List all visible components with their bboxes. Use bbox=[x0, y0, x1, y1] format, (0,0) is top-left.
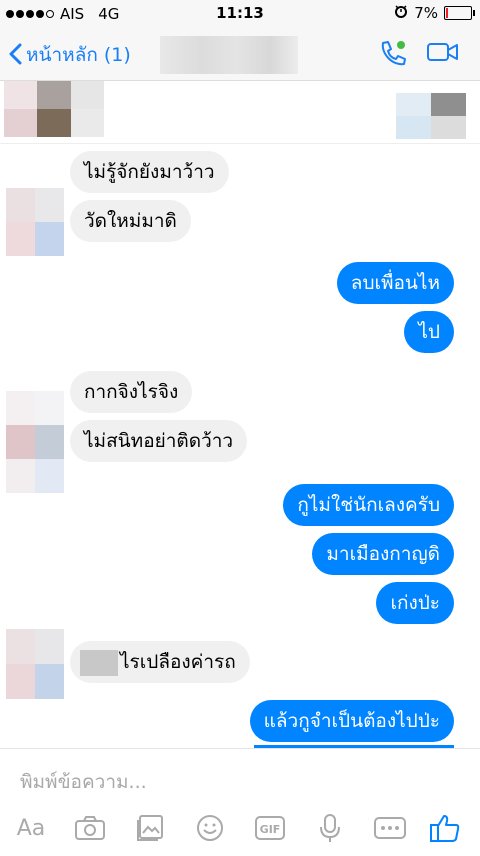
outgoing-message[interactable]: กูไม่ใช่นักเลงครับ bbox=[283, 484, 454, 526]
incoming-message-partially-censored[interactable]: ไรเปลืองค่ารถ bbox=[70, 641, 250, 683]
censored-word bbox=[80, 649, 118, 676]
gif-icon[interactable]: GIF bbox=[253, 813, 287, 843]
camera-icon[interactable] bbox=[73, 813, 107, 843]
alarm-icon bbox=[394, 4, 408, 22]
battery-percent: 7% bbox=[414, 4, 438, 22]
video-call-icon[interactable] bbox=[426, 40, 460, 68]
battery-level bbox=[446, 8, 448, 18]
outgoing-message[interactable]: เก่งป่ะ bbox=[376, 582, 454, 624]
chevron-left-icon bbox=[8, 43, 22, 67]
navigation-bar: หน้าหลัก (1) bbox=[0, 28, 480, 81]
incoming-message[interactable]: ไม่สนิทอย่าติดว้าว bbox=[70, 420, 248, 462]
incoming-message[interactable]: ไม่รู้จักยังมาว้าว bbox=[70, 151, 229, 193]
incoming-message[interactable]: วัดใหม่มาดิ bbox=[70, 200, 191, 242]
status-bar: AIS 4G 11:13 7% bbox=[0, 0, 480, 28]
message-text: ไรเปลืองค่ารถ bbox=[120, 651, 236, 673]
sender-avatar-censored bbox=[6, 391, 64, 493]
gallery-icon[interactable] bbox=[133, 813, 167, 843]
text-icon[interactable]: Aa bbox=[14, 813, 48, 843]
chat-header-strip bbox=[0, 81, 480, 144]
outgoing-message[interactable]: มาเมืองกาญดิ bbox=[312, 533, 454, 575]
more-icon[interactable] bbox=[373, 813, 407, 843]
emoji-icon[interactable] bbox=[193, 813, 227, 843]
message-thread[interactable]: ไม่รู้จักยังมาว้าว วัดใหม่มาดิ ลบเพื่อนไ… bbox=[0, 143, 480, 748]
back-label: หน้าหลัก (1) bbox=[26, 44, 131, 66]
contact-name-censored[interactable] bbox=[160, 36, 298, 74]
like-icon[interactable] bbox=[428, 813, 462, 843]
incoming-message[interactable]: กากจิงไรจิง bbox=[70, 371, 193, 413]
status-right: 7% bbox=[394, 4, 475, 22]
participant-avatar-censored bbox=[4, 81, 104, 137]
outgoing-message[interactable]: ลบเพื่อนไห bbox=[336, 262, 454, 304]
microphone-icon[interactable] bbox=[313, 813, 347, 843]
participant-avatar-censored-right bbox=[396, 93, 466, 139]
message-input[interactable]: พิมพ์ข้อความ... bbox=[20, 767, 147, 797]
gif-tool-label: GIF bbox=[260, 823, 281, 836]
sender-avatar-censored bbox=[6, 188, 64, 256]
battery-icon bbox=[444, 6, 475, 20]
phone-call-icon[interactable] bbox=[378, 40, 408, 72]
outgoing-message[interactable]: ไป bbox=[404, 311, 454, 353]
outgoing-message[interactable]: แล้วกูจำเป็นต้องไปป่ะ bbox=[249, 700, 454, 742]
composer-toolbar: Aa GIF bbox=[0, 805, 480, 849]
text-tool-label: Aa bbox=[16, 815, 46, 841]
back-button[interactable]: หน้าหลัก (1) bbox=[8, 40, 131, 70]
sender-avatar-censored bbox=[6, 629, 64, 699]
composer: พิมพ์ข้อความ... Aa GIF bbox=[0, 748, 480, 856]
